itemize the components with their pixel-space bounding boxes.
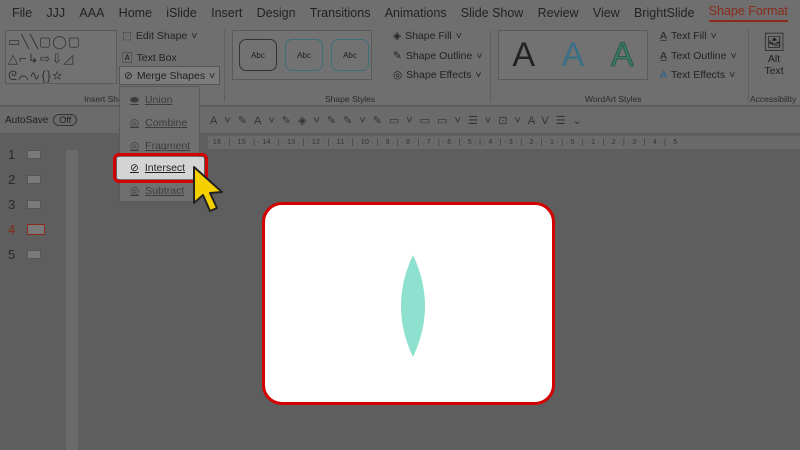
slide-thumbnail[interactable]: 3 bbox=[8, 197, 42, 212]
tab-design[interactable]: Design bbox=[257, 6, 296, 20]
tab-insert[interactable]: Insert bbox=[211, 6, 242, 20]
union-icon: ⬬ bbox=[130, 93, 139, 106]
text-effects-button[interactable]: A Text Effects ˅ bbox=[660, 69, 735, 81]
paint-bucket-icon: ◈ bbox=[393, 30, 402, 42]
wordart-preview[interactable]: A bbox=[512, 36, 535, 75]
effects-icon: ◎ bbox=[393, 69, 403, 81]
intersect-shape[interactable] bbox=[391, 253, 435, 359]
tab-transitions[interactable]: Transitions bbox=[310, 6, 371, 20]
edit-shape-icon: ⬚ bbox=[122, 30, 132, 42]
pen-icon: ✎ bbox=[393, 50, 402, 62]
slide-thumbnail[interactable]: 1 bbox=[8, 147, 42, 162]
slide-thumbnail[interactable]: 5 bbox=[8, 247, 42, 262]
pointer-cursor-icon bbox=[193, 166, 223, 212]
tab-file[interactable]: File bbox=[12, 6, 32, 20]
shape-style-preview[interactable]: Abc bbox=[331, 39, 369, 71]
shape-styles-label: Shape Styles bbox=[325, 94, 376, 104]
slide-thumbnail[interactable]: 2 bbox=[8, 172, 42, 187]
merge-shapes-menu: ⬬ Union ◎ Combine ◎ Fragment ⊘ Intersect ◎ Su… bbox=[113, 86, 208, 202]
tab-slide-show[interactable]: Slide Show bbox=[461, 6, 524, 20]
menu-item-fragment[interactable]: ◎ Fragment bbox=[120, 135, 201, 157]
fragment-icon: ◎ bbox=[130, 140, 140, 152]
wordart-preview[interactable]: A bbox=[610, 35, 634, 75]
menu-item-combine[interactable]: ◎ Combine bbox=[120, 112, 201, 134]
text-effects-icon: A bbox=[660, 69, 668, 81]
ribbon-tabs: File JJJ AAA Home iSlide Insert Design T… bbox=[0, 0, 800, 26]
format-tool-icons[interactable]: A˅✎A˅✎◈˅✎✎˅✎▭˅▭▭˅☰˅⊡˅AV☰⌄ bbox=[210, 114, 589, 127]
tab-brightslide[interactable]: BrightSlide bbox=[634, 6, 694, 20]
shape-fill-button[interactable]: ◈ Shape Fill ˅ bbox=[393, 30, 462, 42]
alt-text-icon: 🖼 bbox=[762, 32, 786, 52]
accessibility-label: Accessibility bbox=[750, 94, 797, 104]
shape-style-preview[interactable]: Abc bbox=[239, 39, 277, 71]
tab-jjj[interactable]: JJJ bbox=[46, 6, 65, 20]
text-outline-icon: A̲ bbox=[660, 50, 668, 62]
combine-icon: ◎ bbox=[130, 117, 140, 129]
edit-shape-button[interactable]: ⬚ Edit Shape ˅ bbox=[122, 30, 197, 42]
alt-text-button[interactable]: 🖼 Alt Text bbox=[756, 32, 792, 77]
intersect-icon: ⊘ bbox=[130, 162, 139, 174]
wordart-gallery[interactable]: A A A bbox=[498, 30, 648, 80]
text-fill-button[interactable]: A̲ Text Fill ˅ bbox=[660, 30, 717, 42]
merge-shapes-button[interactable]: ⊘ Merge Shapes ˅ bbox=[119, 66, 221, 85]
tab-review[interactable]: Review bbox=[538, 6, 579, 20]
text-fill-icon: A̲ bbox=[660, 30, 668, 42]
wordart-styles-label: WordArt Styles bbox=[585, 94, 642, 104]
tab-animations[interactable]: Animations bbox=[385, 6, 447, 20]
subtract-icon: ◎ bbox=[130, 185, 140, 197]
merge-shapes-icon: ⊘ bbox=[124, 69, 133, 82]
slide-thumbnail-current[interactable]: 4 bbox=[8, 222, 46, 237]
menu-item-subtract[interactable]: ◎ Subtract bbox=[120, 180, 201, 202]
autosave-toggle[interactable]: Off bbox=[53, 114, 78, 126]
slide-thumbnails: 1 2 3 4 5 bbox=[0, 133, 60, 450]
vertical-ruler bbox=[66, 150, 78, 450]
shape-outline-button[interactable]: ✎ Shape Outline ˅ bbox=[393, 50, 483, 62]
tab-aaa[interactable]: AAA bbox=[79, 6, 104, 20]
shapes-gallery[interactable]: ▭╲╲▢◯▢ △⌐↳⇨⇩◿ ᘓ⌒∿{}☆ bbox=[5, 30, 117, 84]
text-outline-button[interactable]: A̲ Text Outline ˅ bbox=[660, 50, 737, 62]
slide-canvas[interactable] bbox=[262, 202, 555, 405]
text-box-icon: 🄰 bbox=[122, 52, 133, 64]
shape-style-preview[interactable]: Abc bbox=[285, 39, 323, 71]
text-box-button[interactable]: 🄰 Text Box bbox=[122, 50, 177, 65]
shape-styles-gallery[interactable]: Abc Abc Abc bbox=[232, 30, 372, 80]
wordart-preview[interactable]: A bbox=[562, 36, 585, 75]
shape-effects-button[interactable]: ◎ Shape Effects ˅ bbox=[393, 69, 482, 81]
tab-shape-format[interactable]: Shape Format bbox=[708, 4, 788, 22]
autosave-label: AutoSave bbox=[5, 114, 49, 126]
tab-home[interactable]: Home bbox=[119, 6, 152, 20]
horizontal-ruler: · 16 · | · 15 · | · 14 · | · 13 · | · 12… bbox=[208, 136, 800, 149]
tab-view[interactable]: View bbox=[593, 6, 620, 20]
tab-islide[interactable]: iSlide bbox=[166, 6, 197, 20]
menu-item-union[interactable]: ⬬ Union bbox=[120, 89, 201, 111]
